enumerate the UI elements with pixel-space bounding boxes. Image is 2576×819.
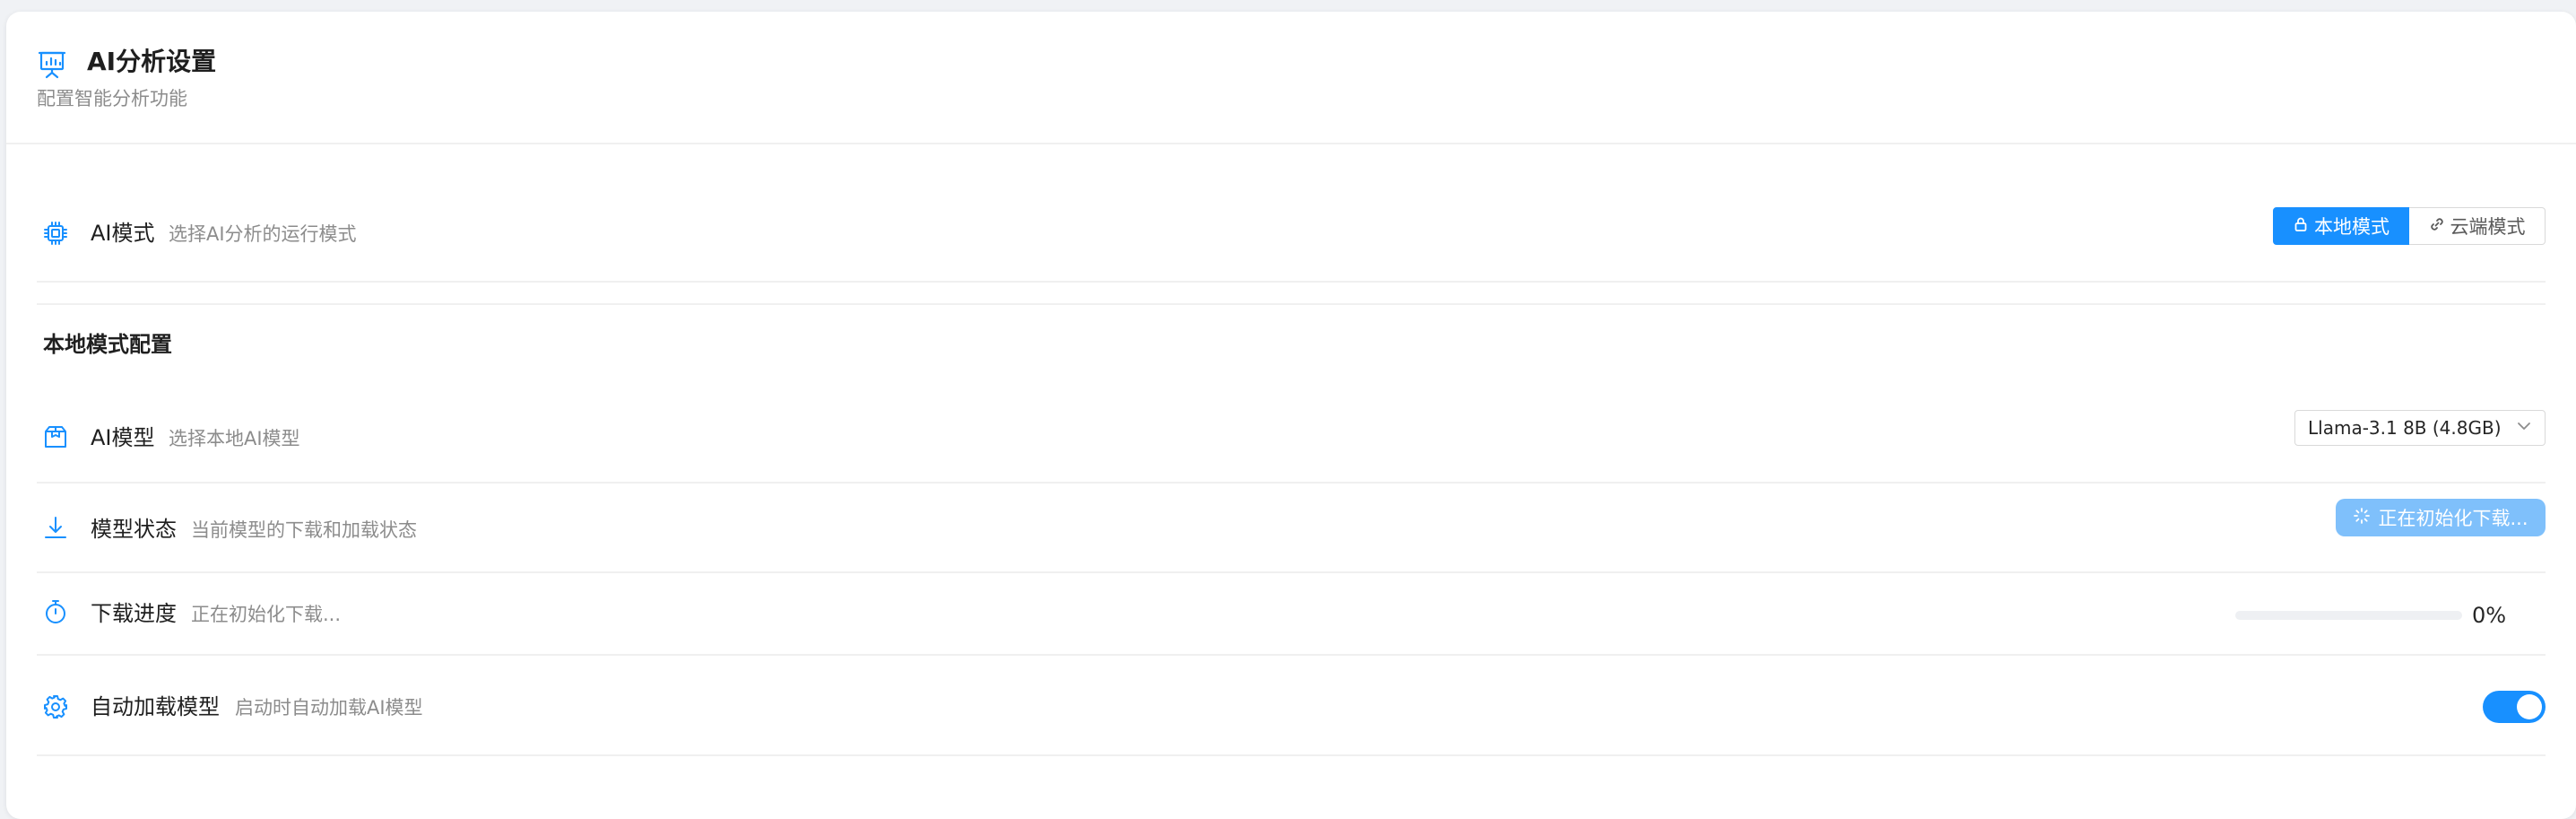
download-icon (42, 514, 69, 541)
timer-icon (42, 598, 69, 625)
cloud-mode-label: 云端模式 (2450, 216, 2526, 238)
auto-load-row: 自动加载模型 启动时自动加载AI模型 (37, 654, 2546, 756)
ai-mode-description: 选择AI分析的运行模式 (169, 223, 357, 245)
ai-settings-card: AI分析设置 配置智能分析功能 AI模式 选择AI分析的运行模式 本地模式 云端… (6, 12, 2576, 819)
gear-icon (42, 693, 69, 720)
download-progress-bar (2235, 611, 2462, 620)
toggle-knob (2517, 694, 2542, 719)
card-header: AI分析设置 配置智能分析功能 (6, 12, 2576, 144)
local-config-section-title: 本地模式配置 (43, 332, 172, 357)
cloud-mode-option[interactable]: 云端模式 (2409, 207, 2546, 245)
lock-icon (2293, 215, 2309, 237)
section-divider (37, 303, 2546, 305)
model-status-label: 模型状态 (91, 517, 177, 542)
presentation-chart-icon (37, 49, 67, 80)
ai-model-select-value: Llama-3.1 8B (4.8GB) (2308, 417, 2502, 439)
download-progress-row: 下载进度 正在初始化下载... (37, 571, 2546, 656)
ai-model-label: AI模型 (91, 425, 155, 450)
download-progress-percent: 0% (2472, 603, 2507, 628)
model-status-row: 模型状态 当前模型的下载和加载状态 (37, 482, 2546, 573)
chevron-down-icon (2516, 417, 2532, 439)
ai-mode-label: AI模式 (91, 221, 155, 246)
ai-mode-row: AI模式 选择AI分析的运行模式 (37, 171, 2546, 283)
local-mode-option[interactable]: 本地模式 (2273, 207, 2409, 245)
loading-spinner-icon (2353, 507, 2371, 529)
model-status-description: 当前模型的下载和加载状态 (191, 519, 417, 541)
chip-icon (42, 220, 69, 247)
ai-model-description: 选择本地AI模型 (169, 428, 300, 449)
ai-mode-segmented-control: 本地模式 云端模式 (2273, 207, 2546, 245)
package-icon (42, 423, 69, 450)
download-progress-label: 下载进度 (91, 601, 177, 626)
auto-load-label: 自动加载模型 (91, 694, 220, 719)
model-status-text: 正在初始化下载... (2378, 508, 2528, 529)
page-subtitle: 配置智能分析功能 (37, 88, 187, 109)
page-title: AI分析设置 (87, 47, 217, 76)
auto-load-toggle[interactable] (2483, 691, 2546, 723)
model-status-button: 正在初始化下载... (2336, 499, 2546, 536)
local-mode-label: 本地模式 (2314, 216, 2390, 238)
download-progress-description: 正在初始化下载... (191, 604, 342, 625)
auto-load-description: 启动时自动加载AI模型 (235, 697, 423, 719)
link-icon (2429, 215, 2445, 237)
ai-model-select[interactable]: Llama-3.1 8B (4.8GB) (2294, 410, 2546, 446)
ai-model-row: AI模型 选择本地AI模型 (37, 381, 2546, 484)
